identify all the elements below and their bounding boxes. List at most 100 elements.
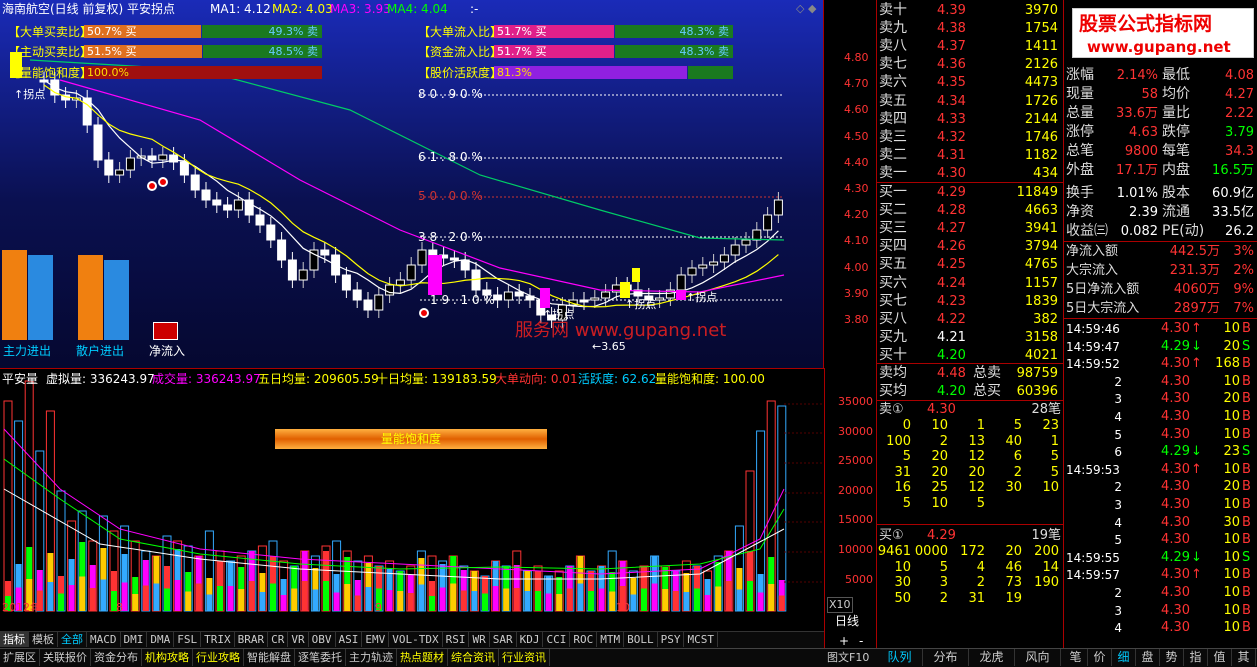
indicator-tab[interactable]: DMI	[121, 632, 148, 647]
function-tab[interactable]: 逐笔委托	[295, 649, 346, 666]
bids-volume: 4765	[1024, 257, 1058, 273]
asks-price[interactable]: 4.31	[937, 146, 966, 165]
bids-price[interactable]: 4.26	[937, 237, 966, 256]
volume-mark	[58, 593, 64, 611]
tick-volume: 20	[1223, 479, 1240, 495]
orderbook-tab[interactable]: 风向	[1015, 649, 1061, 666]
asks-price[interactable]: 4.38	[937, 19, 966, 38]
indicator-tab[interactable]: 指标	[0, 632, 29, 647]
zoom-out-button[interactable]: -	[859, 634, 863, 648]
indicator-tab[interactable]: PSY	[658, 632, 685, 647]
period-label[interactable]: 日线	[835, 614, 859, 628]
price-tick: 3.80	[844, 313, 869, 326]
tick-side: B	[1242, 567, 1251, 583]
bids-price[interactable]: 4.24	[937, 274, 966, 293]
indicator-tab[interactable]: MACD	[87, 632, 121, 647]
detail-tab[interactable]: 指	[1184, 649, 1208, 666]
detail-tab[interactable]: 势	[1160, 649, 1184, 666]
indicator-tab[interactable]: CR	[268, 632, 289, 647]
volume-tick: 30000	[838, 424, 873, 438]
bids-price[interactable]: 4.22	[937, 310, 966, 329]
queue-cell: 2	[939, 590, 948, 606]
queue-cell: 2	[939, 433, 948, 449]
indicator-tab[interactable]: WR	[469, 632, 490, 647]
indicator-tab[interactable]: OBV	[309, 632, 336, 647]
bids-price[interactable]: 4.21	[937, 328, 966, 347]
indicator-tab[interactable]: ROC	[570, 632, 598, 647]
indicator-tab[interactable]: BOLL	[624, 632, 658, 647]
bid1-queue-price: 4.29	[927, 528, 956, 543]
fib-61-label: 6 1 . 8 0 %	[418, 150, 483, 164]
asks-price[interactable]: 4.33	[937, 110, 966, 129]
avg-price: 4.48	[937, 366, 966, 381]
diamond-icon[interactable]: ◇ ◆	[796, 2, 816, 15]
ask1-queue-price: 4.30	[927, 402, 956, 417]
orderbook-tab[interactable]: 分布	[923, 649, 969, 666]
indicator-tab[interactable]: KDJ	[517, 632, 544, 647]
queue-cell: 200	[1034, 544, 1059, 559]
indicator-tab[interactable]: CCI	[543, 632, 571, 647]
function-tab[interactable]: 资金分布	[91, 649, 142, 666]
asks-price[interactable]: 4.32	[937, 128, 966, 147]
indicator-tab[interactable]: BRAR	[235, 632, 269, 647]
tick-price: 4.29	[1161, 338, 1190, 354]
indicator-tab[interactable]: FSL	[174, 632, 202, 647]
indicator-tab[interactable]: RSI	[443, 632, 470, 647]
asks-price[interactable]: 4.36	[937, 55, 966, 74]
detail-tab[interactable]: 笔	[1064, 649, 1088, 666]
indicator-tab[interactable]: 全部	[58, 632, 87, 647]
volume-panel[interactable]: 平安量 虚拟量: 336243.97 成交量: 336243.97 五日均量: …	[0, 368, 824, 614]
bids-price[interactable]: 4.27	[937, 219, 966, 238]
indicator-tab[interactable]: EMV	[362, 632, 390, 647]
detail-tab[interactable]: 盘	[1136, 649, 1160, 666]
detail-tab[interactable]: 价	[1088, 649, 1112, 666]
indicator-tab[interactable]: MTM	[597, 632, 625, 647]
chart-mark	[223, 204, 233, 211]
bids-price[interactable]: 4.23	[937, 292, 966, 311]
tick-time: 5	[1114, 533, 1122, 548]
function-tab[interactable]: 扩展区	[0, 649, 40, 666]
indicator-tab[interactable]: MCST	[684, 632, 718, 647]
indicator-tab[interactable]: ASI	[336, 632, 363, 647]
detail-tab[interactable]: 值	[1208, 649, 1232, 666]
function-tab[interactable]: 行业资讯	[499, 649, 550, 666]
asks-price[interactable]: 4.34	[937, 92, 966, 111]
indicator-tab[interactable]: DMA	[147, 632, 175, 647]
zoom-in-button[interactable]: +	[839, 634, 849, 648]
asks-label: 卖五	[879, 92, 907, 109]
function-tab[interactable]: 热点题材	[397, 649, 448, 666]
asks-price[interactable]: 4.37	[937, 37, 966, 56]
indicator-tab[interactable]: SAR	[490, 632, 517, 647]
function-tab[interactable]: 综合资讯	[448, 649, 499, 666]
tick-volume: 10	[1223, 321, 1240, 336]
function-tab[interactable]: 主力轨迹	[346, 649, 397, 666]
asks-price[interactable]: 4.39	[937, 1, 966, 20]
f10-button[interactable]: 图文F10	[827, 651, 869, 665]
volume-svg	[3, 380, 824, 612]
detail-tab[interactable]: 细	[1112, 649, 1136, 666]
chart-mark	[406, 264, 416, 281]
indicator-tab[interactable]: TRIX	[201, 632, 235, 647]
bids-price[interactable]: 4.25	[937, 255, 966, 274]
active-ratio-label: 【主动买卖比】	[8, 45, 93, 59]
function-tab[interactable]: 行业攻略	[193, 649, 244, 666]
function-tab[interactable]: 关联报价	[40, 649, 91, 666]
detail-tab[interactable]: 其	[1232, 649, 1256, 666]
bids-price[interactable]: 4.29	[937, 183, 966, 202]
function-tab[interactable]: 智能解盘	[244, 649, 295, 666]
bids-label: 买四	[879, 238, 907, 255]
indicator-tab[interactable]: VOL-TDX	[389, 632, 443, 647]
stat-key2: PE(动)	[1162, 223, 1205, 239]
orderbook-tab[interactable]: 队列	[877, 649, 923, 666]
bids-volume: 3941	[1024, 221, 1058, 237]
price-chart[interactable]: 海南航空(日线 前复权) 平安拐点 MA1: 4.12 MA2: 4.03 MA…	[0, 0, 824, 368]
queue-cell: 1	[1050, 433, 1059, 449]
function-tab[interactable]: 机构攻略	[142, 649, 193, 666]
bids-price[interactable]: 4.28	[937, 201, 966, 220]
asks-price[interactable]: 4.30	[937, 164, 966, 183]
asks-price[interactable]: 4.35	[937, 73, 966, 92]
orderbook-tab[interactable]: 龙虎	[969, 649, 1015, 666]
indicator-tab[interactable]: VR	[288, 632, 309, 647]
indicator-tab[interactable]: 模板	[29, 632, 58, 647]
bid1-queue-count: 19笔	[1031, 528, 1061, 543]
